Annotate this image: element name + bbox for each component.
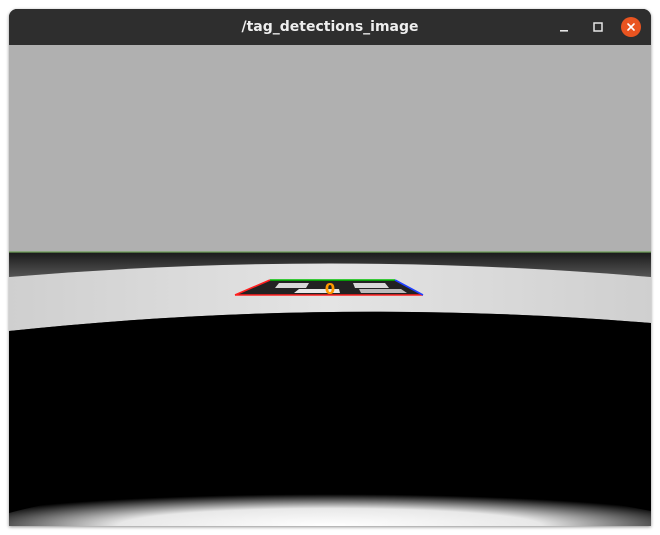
minimize-icon [560,30,568,32]
maximize-button[interactable] [588,17,608,37]
close-button[interactable] [621,17,641,37]
tag-id-label: 0 [325,280,335,298]
app-window: /tag_detections_image 0 [9,9,651,526]
close-icon [627,23,635,31]
image-viewport[interactable]: 0 [9,45,651,526]
wall-region [9,45,651,252]
minimize-button[interactable] [554,17,574,37]
camera-image: 0 [9,45,651,526]
title-bar[interactable]: /tag_detections_image [9,9,651,45]
maximize-icon [593,22,603,32]
